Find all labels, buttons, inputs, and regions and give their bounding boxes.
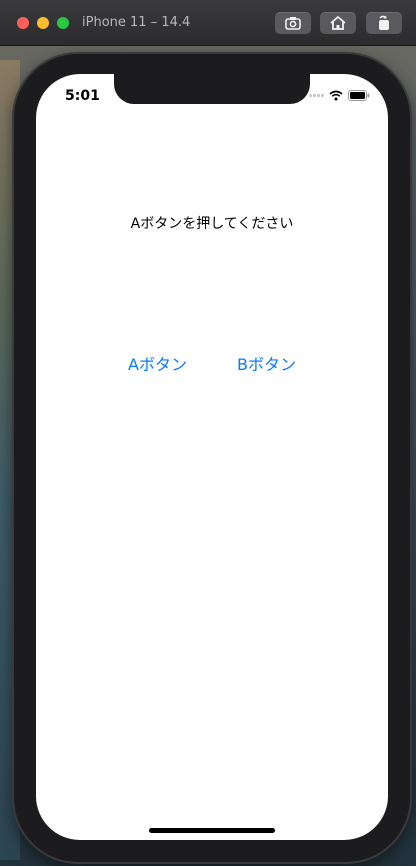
simulator-title-bar: iPhone 11 – 14.4 [0,0,416,46]
home-icon [330,15,346,30]
home-button[interactable] [320,12,356,34]
notch [114,74,310,104]
home-indicator[interactable] [149,828,275,833]
window-title: iPhone 11 – 14.4 [82,15,191,30]
status-time: 5:01 [65,88,100,104]
rotate-icon [379,15,389,30]
battery-icon [348,90,370,101]
b-button[interactable]: Bボタン [237,351,296,375]
camera-icon [285,17,301,30]
instruction-label: Aボタンを押してください [130,216,294,232]
cellular-signal-icon [309,94,324,97]
rotate-button[interactable] [366,12,402,34]
zoom-window-button[interactable] [57,17,69,29]
device-screen: 5:01 Aボタンを押してください Aボタン Bボタン [36,74,388,840]
minimize-window-button[interactable] [37,17,49,29]
a-button[interactable]: Aボタン [128,351,187,375]
close-window-button[interactable] [17,17,29,29]
screenshot-button[interactable] [275,12,311,34]
status-indicators [309,90,370,101]
wifi-icon [329,90,343,101]
iphone-device-frame: 5:01 Aボタンを押してください Aボタン Bボタン [14,54,410,862]
